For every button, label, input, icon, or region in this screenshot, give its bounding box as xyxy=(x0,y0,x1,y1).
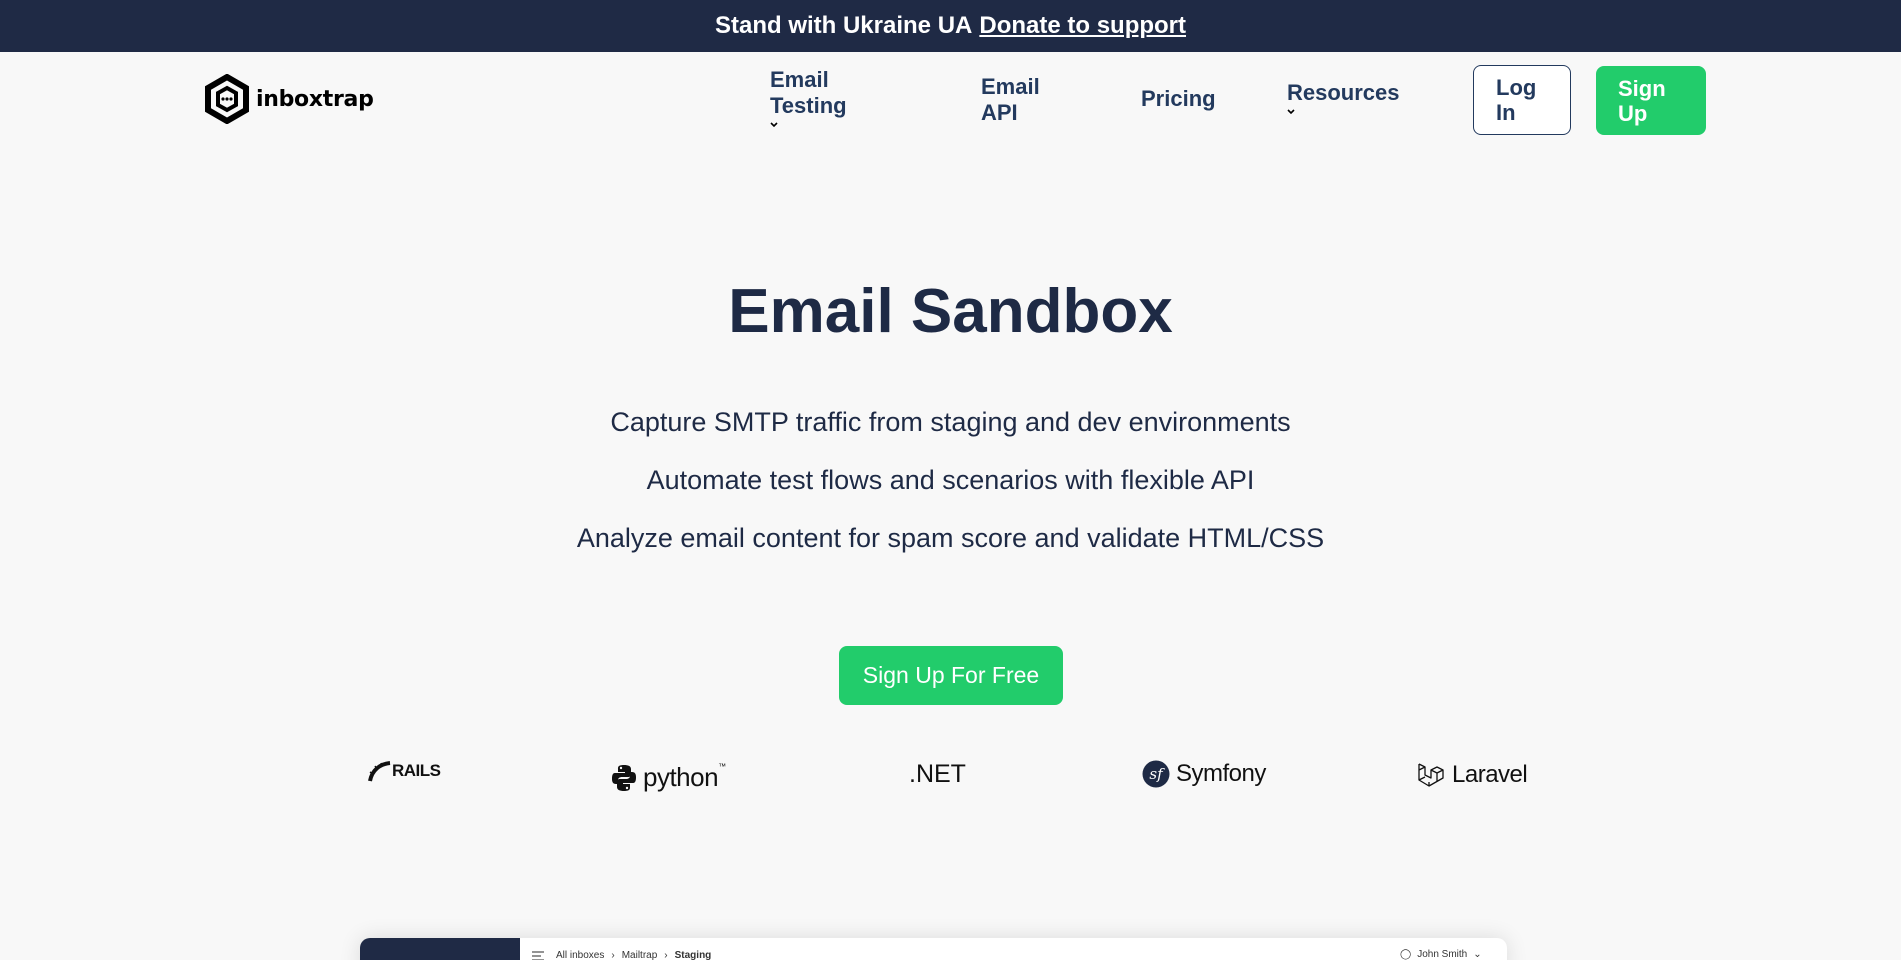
user-name: John Smith xyxy=(1417,949,1468,960)
user-menu[interactable]: ◯ John Smith ⌄ xyxy=(1400,949,1482,960)
breadcrumb-item[interactable]: All inboxes xyxy=(556,950,604,960)
breadcrumb-current: Staging xyxy=(674,950,712,960)
rails-icon xyxy=(368,761,391,782)
login-line1: Log xyxy=(1496,75,1537,100)
top-navigation: inboxtrap Email Testing Email API Pricin… xyxy=(0,52,1901,148)
nav-email-testing-line1: Email xyxy=(770,67,829,92)
chevron-right-icon: › xyxy=(664,950,668,960)
laravel-label: Laravel xyxy=(1452,761,1528,788)
feature-text: Analyze email content for spam score and… xyxy=(576,523,1325,553)
page-title: Email Sandbox xyxy=(728,277,1173,346)
ukraine-banner: Stand with Ukraine UA Donate to support xyxy=(0,0,1901,52)
signup-line2: Up xyxy=(1618,100,1648,126)
breadcrumb: All inboxes › Mailtrap › Staging xyxy=(556,950,711,960)
breadcrumb-item[interactable]: Mailtrap xyxy=(622,950,658,960)
nav-email-api-line2: API xyxy=(981,100,1018,125)
feature-text: Capture SMTP traffic from staging and de… xyxy=(610,407,1291,437)
nav-email-testing-line2: Testing xyxy=(770,93,847,118)
signup-line1: Sign xyxy=(1618,75,1666,101)
python-label: python xyxy=(643,762,719,792)
rails-label: RAILS xyxy=(392,761,441,780)
user-icon: ◯ xyxy=(1400,949,1412,960)
login-button[interactable]: Log In xyxy=(1473,65,1571,135)
python-icon xyxy=(612,764,636,791)
feature-text: Automate test flows and scenarios with f… xyxy=(646,465,1255,495)
signup-button[interactable]: Sign Up xyxy=(1596,66,1706,135)
laravel-logo: Laravel xyxy=(1416,760,1528,790)
nav-resources[interactable]: Resources xyxy=(1287,80,1400,116)
menu-icon xyxy=(532,951,544,960)
logo-text: inboxtrap xyxy=(256,86,374,112)
chevron-down-icon xyxy=(770,122,778,128)
app-preview: All inboxes › Mailtrap › Staging ◯ John … xyxy=(360,938,1507,960)
dotnet-label: .NET xyxy=(909,760,966,788)
logo-icon xyxy=(205,74,249,124)
signup-free-button[interactable]: Sign Up For Free xyxy=(839,646,1063,705)
preview-sidebar xyxy=(360,938,520,960)
symfony-logo: sf Symfony xyxy=(1142,760,1266,788)
donate-link[interactable]: Donate to support xyxy=(979,12,1186,40)
banner-text: Stand with Ukraine UA xyxy=(714,12,973,39)
chevron-down-icon: ⌄ xyxy=(1473,949,1482,960)
login-line2: In xyxy=(1496,100,1516,125)
nav-email-api-line1: Email xyxy=(981,74,1040,99)
python-trademark: ™ xyxy=(718,762,727,771)
nav-email-testing[interactable]: Email Testing xyxy=(770,67,847,129)
dotnet-logo: .NET xyxy=(909,760,966,789)
symfony-label: Symfony xyxy=(1176,760,1266,787)
python-logo: python ™ xyxy=(611,762,726,793)
logo[interactable]: inboxtrap xyxy=(204,74,374,124)
rails-logo: RAILS xyxy=(368,760,441,782)
laravel-icon xyxy=(1418,763,1444,787)
nav-resources-label: Resources xyxy=(1287,80,1400,105)
chevron-down-icon xyxy=(1287,109,1295,115)
nav-email-api[interactable]: Email API xyxy=(981,74,1040,126)
nav-pricing[interactable]: Pricing xyxy=(1141,86,1216,112)
symfony-icon: sf xyxy=(1142,760,1170,788)
chevron-right-icon: › xyxy=(611,950,615,960)
